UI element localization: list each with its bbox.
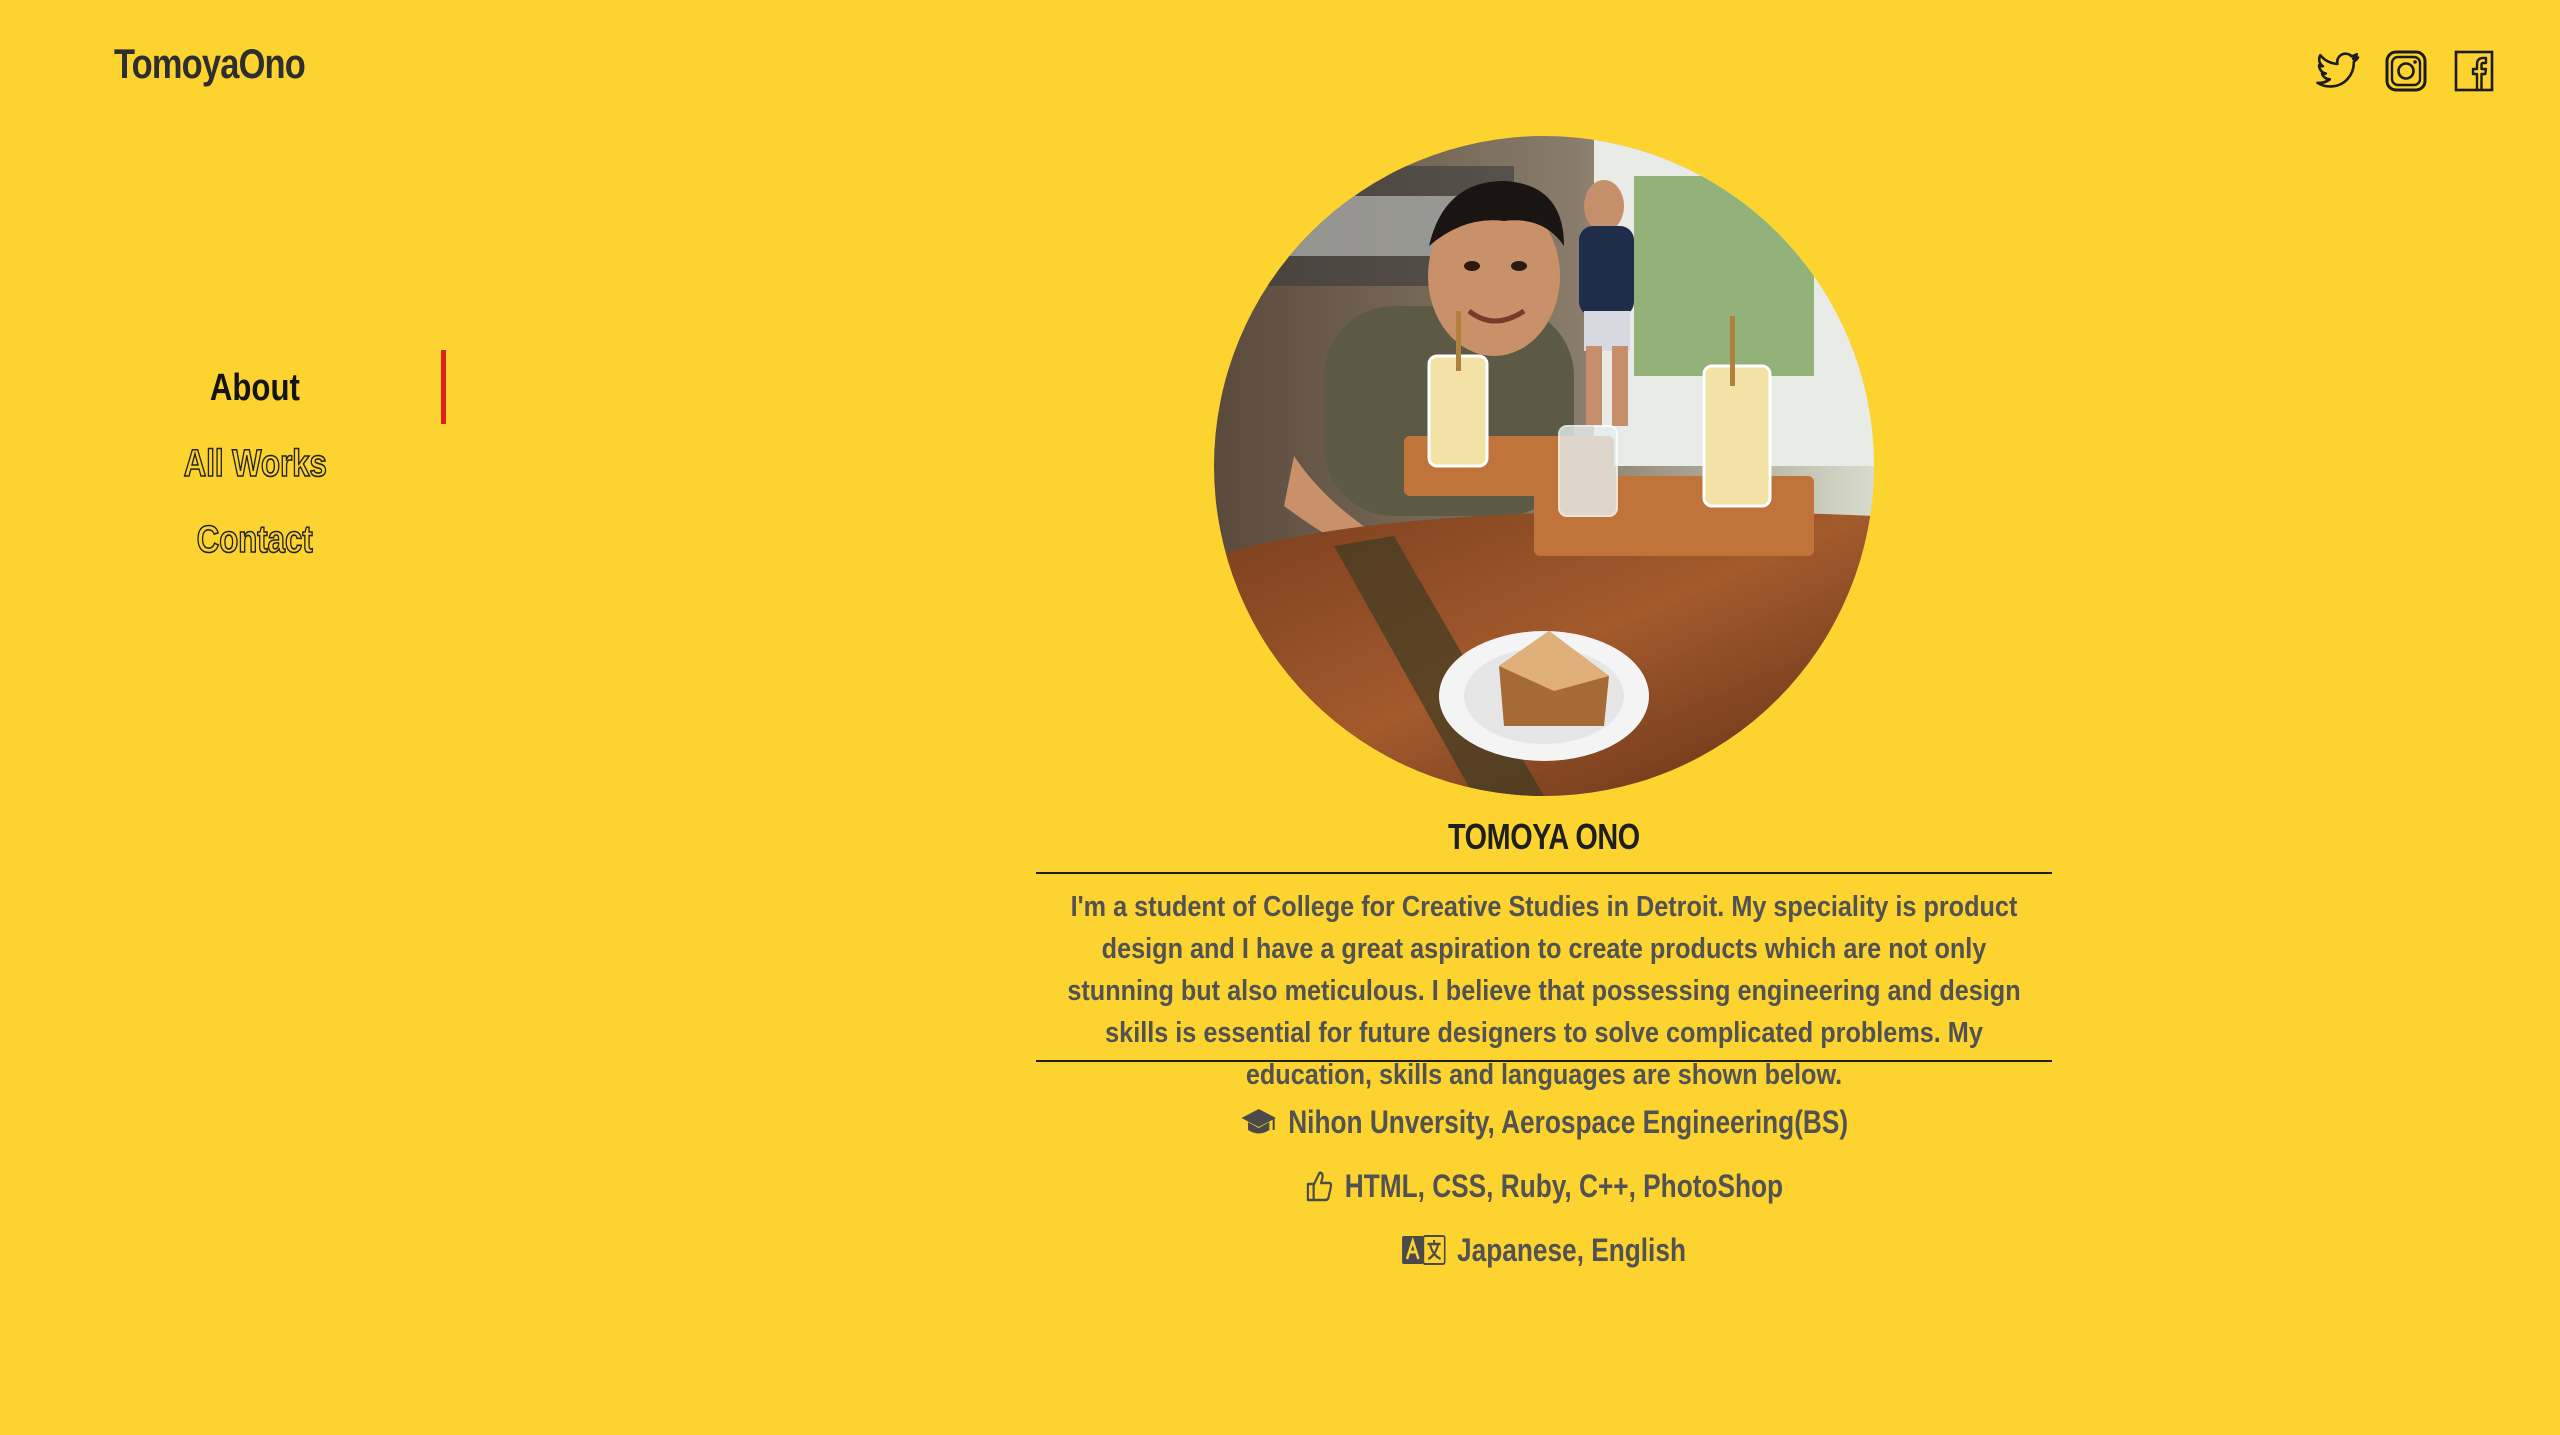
language-icon — [1402, 1235, 1446, 1265]
bio-section: I'm a student of College for Creative St… — [1036, 872, 2052, 1091]
education-text: Nihon Unversity, Aerospace Engineering(B… — [1287, 1103, 1848, 1140]
nav-item-about[interactable]: About — [100, 350, 446, 426]
education-row: Nihon Unversity, Aerospace Engineering(B… — [1036, 1090, 2052, 1154]
profile-facts: Nihon Unversity, Aerospace Engineering(B… — [1036, 1090, 2052, 1282]
facebook-icon[interactable] — [2450, 48, 2498, 94]
profile-name-text: TOMOYA ONO — [1448, 816, 1640, 857]
skills-row: HTML, CSS, Ruby, C++, PhotoShop — [1036, 1154, 2052, 1218]
page: TomoyaOno About All Works Contact TOMOYA… — [0, 0, 2560, 1435]
languages-row: Japanese, English — [1036, 1218, 2052, 1282]
languages-text: Japanese, English — [1457, 1231, 1687, 1268]
graduation-cap-icon — [1241, 1109, 1276, 1134]
skills-text: HTML, CSS, Ruby, C++, PhotoShop — [1344, 1167, 1783, 1204]
thumbs-up-icon — [1306, 1171, 1332, 1202]
active-indicator — [441, 350, 446, 424]
bio-text: I'm a student of College for Creative St… — [1067, 891, 2021, 1091]
instagram-icon[interactable] — [2382, 48, 2430, 94]
social-links — [2314, 48, 2498, 94]
profile-photo — [1214, 136, 1874, 796]
nav-item-label: All Works — [183, 442, 327, 486]
nav-item-label: Contact — [196, 518, 313, 562]
profile-name: TOMOYA ONO — [1036, 816, 2052, 858]
nav-item-label: About — [210, 367, 300, 409]
nav-item-all-works[interactable]: All Works — [100, 426, 410, 502]
site-logo[interactable]: TomoyaOno — [114, 40, 306, 88]
side-nav: About All Works Contact — [100, 350, 446, 578]
nav-item-contact[interactable]: Contact — [100, 502, 410, 578]
twitter-icon[interactable] — [2314, 48, 2362, 94]
